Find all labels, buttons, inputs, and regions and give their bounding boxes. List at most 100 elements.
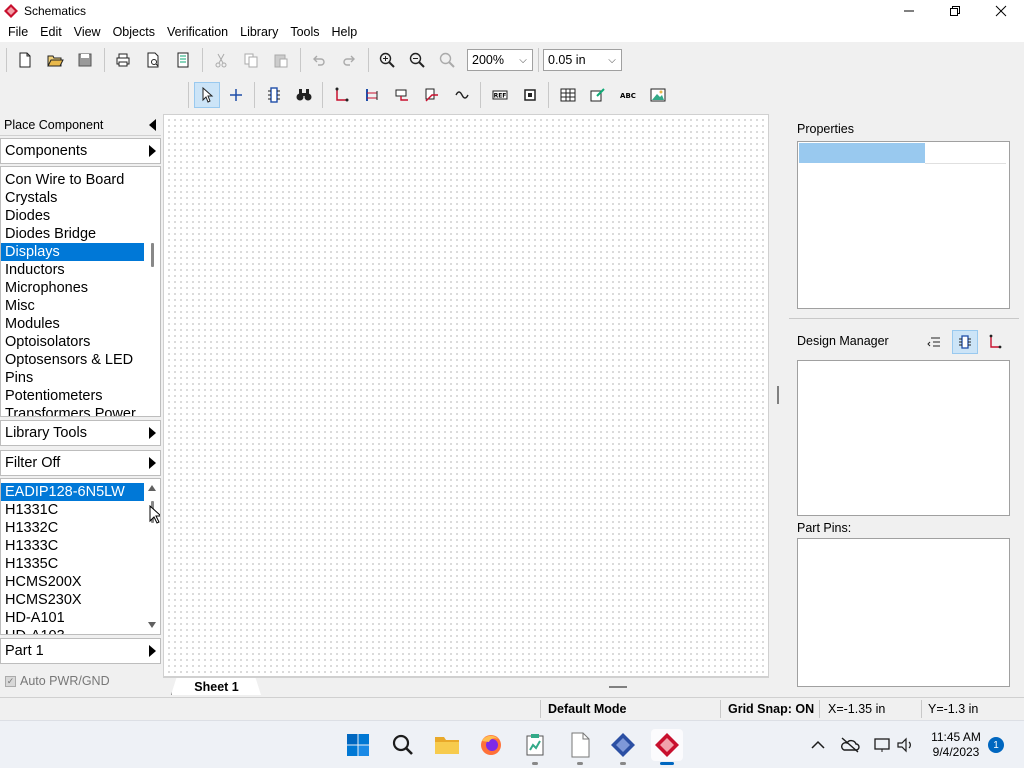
menu-file[interactable]: File [2,22,34,42]
notepad-app-button[interactable] [519,729,551,765]
menu-view[interactable]: View [68,22,107,42]
notification-badge[interactable]: 1 [988,737,1004,753]
copy-button[interactable] [238,47,264,73]
list-item[interactable]: Modules [1,315,144,333]
panel-divider[interactable] [789,318,1019,319]
scroll-thumb[interactable] [151,243,154,267]
list-item[interactable]: Crystals [1,189,144,207]
menu-tools[interactable]: Tools [284,22,325,42]
find-button[interactable] [291,82,317,108]
search-button[interactable] [387,729,419,761]
document-button[interactable] [564,729,596,765]
close-button[interactable] [978,0,1024,22]
list-item[interactable]: Diodes Bridge [1,225,144,243]
image-tool-button[interactable] [645,82,671,108]
design-manager-list-button[interactable] [921,330,947,354]
list-item[interactable]: H1331C [1,501,144,519]
part-header[interactable]: Part 1 [0,638,161,664]
list-item[interactable]: Pins [1,369,144,387]
file-explorer-button[interactable] [431,729,463,761]
list-item[interactable]: HCMS200X [1,573,144,591]
list-item[interactable]: Optoisolators [1,333,144,351]
firefox-button[interactable] [475,729,507,761]
crosshair-tool-button[interactable] [223,82,249,108]
start-button[interactable] [342,729,374,761]
collapse-panel-icon[interactable] [149,119,156,131]
scroll-grip[interactable] [777,386,779,404]
list-item[interactable]: Misc [1,297,144,315]
grid-size-select[interactable]: 0.05 in ⌵ [543,49,622,71]
list-item[interactable]: H1335C [1,555,144,573]
zoom-fit-button[interactable] [434,47,460,73]
zoom-out-button[interactable] [404,47,430,73]
open-button[interactable] [42,47,68,73]
design-manager-parts-button[interactable] [952,330,978,354]
net-label-button[interactable] [419,82,445,108]
cut-button[interactable] [208,47,234,73]
print-button[interactable] [110,47,136,73]
list-item[interactable]: Diodes [1,207,144,225]
text-tool-button[interactable]: ABC [615,82,641,108]
parts-scrollbar[interactable] [144,479,160,634]
menu-edit[interactable]: Edit [34,22,68,42]
schematics-app-button[interactable] [651,729,683,765]
minimize-button[interactable] [886,0,932,22]
library-tools-header[interactable]: Library Tools [0,420,161,446]
network-tray-button[interactable] [872,735,892,755]
zoom-in-button[interactable] [374,47,400,73]
save-button[interactable] [72,47,98,73]
list-item[interactable]: Con Wire to Board [1,171,144,189]
bus-tool-button[interactable] [359,82,385,108]
menu-library[interactable]: Library [234,22,284,42]
menu-help[interactable]: Help [326,22,364,42]
table-button[interactable] [555,82,581,108]
design-manager-nets-button[interactable] [982,330,1008,354]
list-item[interactable]: HD-A103 [1,627,144,634]
list-item[interactable]: Transformers Power [1,405,144,416]
menu-objects[interactable]: Objects [107,22,161,42]
onedrive-tray-button[interactable] [840,735,860,755]
maximize-button[interactable] [932,0,978,22]
auto-pwr-gnd-checkbox[interactable]: ✓ Auto PWR/GND [0,668,161,694]
property-selection[interactable] [799,143,925,163]
list-item[interactable]: H1332C [1,519,144,537]
page-setup-button[interactable] [170,47,196,73]
canvas-vertical-scrollbar[interactable] [769,114,787,677]
list-item[interactable]: Potentiometers [1,387,144,405]
sheet-connector-button[interactable] [449,82,475,108]
horizontal-scroll-grip[interactable] [609,686,627,688]
tab-sheet-1[interactable]: Sheet 1 [171,678,261,695]
redo-button[interactable] [336,47,362,73]
menu-verification[interactable]: Verification [161,22,234,42]
list-item-selected[interactable]: EADIP128-6N5LW [1,483,144,501]
footprint-button[interactable] [517,82,543,108]
components-scrollbar[interactable] [144,167,160,416]
scroll-up-icon[interactable] [148,485,156,491]
design-manager-panel[interactable] [797,360,1010,516]
scroll-down-icon[interactable] [148,622,156,628]
list-item[interactable]: Microphones [1,279,144,297]
components-header[interactable]: Components [0,138,161,164]
wire-tool-button[interactable] [329,82,355,108]
net-port-button[interactable] [389,82,415,108]
list-item[interactable]: H1333C [1,537,144,555]
filter-header[interactable]: Filter Off [0,450,161,476]
list-item-selected[interactable]: Displays [1,243,144,261]
zoom-select[interactable]: 200% ⌵ [467,49,533,71]
list-item[interactable]: Inductors [1,261,144,279]
part-pins-panel[interactable] [797,538,1010,687]
undo-button[interactable] [306,47,332,73]
print-preview-button[interactable] [140,47,166,73]
list-item[interactable]: Optosensors & LED [1,351,144,369]
ref-designator-button[interactable]: REF [487,82,513,108]
new-button[interactable] [12,47,38,73]
schematic-canvas[interactable] [163,114,769,677]
properties-panel[interactable] [797,141,1010,309]
list-item[interactable]: HCMS230X [1,591,144,609]
select-tool-button[interactable] [194,82,220,108]
list-item[interactable]: HD-A101 [1,609,144,627]
paste-button[interactable] [268,47,294,73]
edit-shape-button[interactable] [585,82,611,108]
volume-tray-button[interactable] [895,735,915,755]
clock[interactable]: 11:45 AM 9/4/2023 [928,730,984,760]
